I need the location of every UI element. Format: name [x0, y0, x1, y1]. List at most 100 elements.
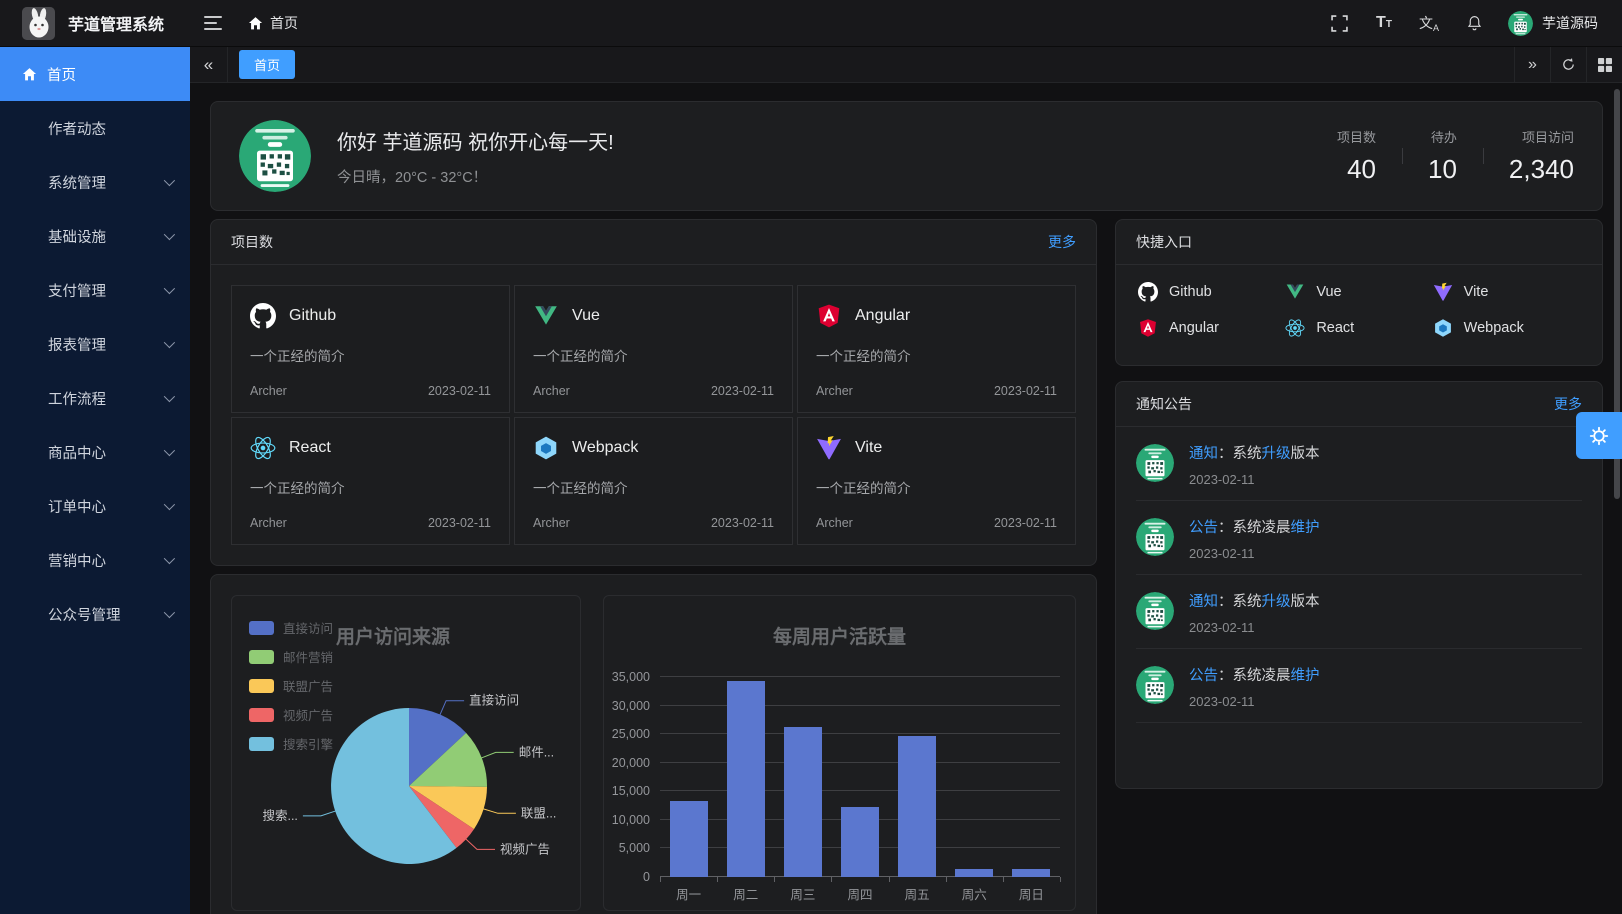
chevron-down-icon	[164, 607, 175, 618]
shortcut-Angular[interactable]: Angular	[1138, 318, 1285, 338]
chevron-down-icon	[164, 553, 175, 564]
double-arrow-right-icon-button[interactable]: »	[1514, 47, 1550, 82]
fullscreen-icon[interactable]	[1328, 12, 1350, 34]
shortcut-label: Webpack	[1464, 320, 1524, 336]
notice-item[interactable]: 通知：系统升级版本 2023-02-11	[1136, 427, 1582, 501]
app-logo[interactable]	[22, 7, 55, 40]
project-name: Webpack	[572, 439, 638, 457]
sidebar-item-公众号管理[interactable]: 公众号管理	[0, 587, 190, 641]
angular-icon	[816, 303, 842, 329]
bell-icon[interactable]	[1463, 12, 1485, 34]
left-column: 项目数 更多 Github 一个正经的简介 Archer2023-02-11 V…	[210, 219, 1097, 914]
shortcut-Webpack[interactable]: Webpack	[1433, 318, 1580, 338]
stat-项目数: 项目数 40	[1311, 127, 1376, 185]
sidebar-item-工作流程[interactable]: 工作流程	[0, 371, 190, 425]
bar-chart-x-labels: 周一周二周三周四周五周六周日	[660, 884, 1060, 903]
project-author: Archer	[250, 516, 287, 530]
grid-icon-button[interactable]	[1586, 47, 1622, 82]
app-title: 芋道管理系统	[68, 11, 164, 35]
notice-item[interactable]: 公告：系统凌晨维护 2023-02-11	[1136, 649, 1582, 723]
stat-label: 项目数	[1337, 127, 1376, 146]
notice-date: 2023-02-11	[1189, 472, 1320, 487]
user-menu[interactable]: 芋道源码	[1508, 11, 1598, 36]
shortcut-Github[interactable]: Github	[1138, 282, 1285, 302]
pie-chart-card: 用户访问来源 直接访问 邮件营销 联盟广告 视频广告 搜索引擎 直接访问邮件..…	[231, 595, 581, 911]
vue-icon	[533, 303, 559, 329]
breadcrumb[interactable]: 首页	[248, 13, 298, 33]
project-card-Webpack[interactable]: Webpack 一个正经的简介 Archer2023-02-11	[514, 417, 793, 545]
sidebar-item-基础设施[interactable]: 基础设施	[0, 209, 190, 263]
project-card-Angular[interactable]: Angular 一个正经的简介 Archer2023-02-11	[797, 285, 1076, 413]
project-desc: 一个正经的简介	[816, 345, 1057, 365]
app-root: 芋道管理系统 首页 TT 文A 芋道源码	[0, 0, 1622, 914]
sidebar-item-营销中心[interactable]: 营销中心	[0, 533, 190, 587]
bar-周六	[955, 869, 993, 877]
translate-icon[interactable]: 文A	[1418, 12, 1440, 34]
chevron-down-icon	[164, 391, 175, 402]
x-axis-tick	[1060, 877, 1061, 882]
tabs: 首页	[228, 50, 295, 79]
stat-项目访问: 项目访问 2,340	[1483, 127, 1574, 185]
refresh-icon-button[interactable]	[1550, 47, 1586, 82]
welcome-texts: 你好 芋道源码 祝你开心每一天! 今日晴，20°C - 32°C！	[337, 126, 614, 187]
shortcut-Vue[interactable]: Vue	[1285, 282, 1432, 302]
react-icon	[250, 435, 276, 461]
chevron-down-icon	[164, 499, 175, 510]
github-icon	[1138, 282, 1158, 302]
project-author: Archer	[816, 516, 853, 530]
project-card-React[interactable]: React 一个正经的简介 Archer2023-02-11	[231, 417, 510, 545]
sidebar-item-label: 订单中心	[48, 496, 106, 517]
shortcut-Vite[interactable]: Vite	[1433, 282, 1580, 302]
project-date: 2023-02-11	[711, 384, 774, 398]
project-desc: 一个正经的简介	[816, 477, 1057, 497]
y-axis-tick-label: 20,000	[612, 756, 650, 770]
notice-date: 2023-02-11	[1189, 694, 1320, 709]
y-axis-tick-label: 35,000	[612, 670, 650, 684]
projects-card: 项目数 更多 Github 一个正经的简介 Archer2023-02-11 V…	[210, 219, 1097, 566]
x-axis-tick	[717, 877, 718, 882]
collapse-sidebar-button[interactable]: «	[190, 47, 228, 82]
pie-callout-label: 搜索...	[262, 808, 297, 823]
pie-callout-label: 直接访问	[469, 693, 519, 708]
sidebar-toggle-icon[interactable]	[204, 16, 222, 30]
font-size-icon[interactable]: TT	[1373, 12, 1395, 34]
x-axis-category-label: 周一	[660, 884, 717, 903]
main-content: 你好 芋道源码 祝你开心每一天! 今日晴，20°C - 32°C！ 项目数 40…	[190, 83, 1622, 914]
sidebar-item-作者动态[interactable]: 作者动态	[0, 101, 190, 155]
sidebar-item-系统管理[interactable]: 系统管理	[0, 155, 190, 209]
notice-title: 公告：系统凌晨维护	[1189, 516, 1320, 537]
y-axis-tick-label: 30,000	[612, 699, 650, 713]
project-name: Github	[289, 307, 336, 325]
sidebar-item-label: 公众号管理	[48, 604, 121, 625]
sidebar-item-订单中心[interactable]: 订单中心	[0, 479, 190, 533]
notice-qr-avatar	[1136, 444, 1174, 482]
sidebar-item-报表管理[interactable]: 报表管理	[0, 317, 190, 371]
x-axis-category-label: 周五	[889, 884, 946, 903]
sidebar-item-首页[interactable]: 首页	[0, 47, 190, 101]
project-desc: 一个正经的简介	[250, 477, 491, 497]
y-axis-tick-label: 0	[643, 870, 650, 884]
home-icon	[22, 67, 37, 82]
vue-icon	[1285, 282, 1305, 302]
top-header: 芋道管理系统 首页 TT 文A 芋道源码	[0, 0, 1622, 47]
project-card-Github[interactable]: Github 一个正经的简介 Archer2023-02-11	[231, 285, 510, 413]
notices-title: 通知公告	[1136, 394, 1192, 414]
notice-item[interactable]: 通知：系统升级版本 2023-02-11	[1136, 575, 1582, 649]
projects-more-link[interactable]: 更多	[1048, 232, 1076, 252]
user-qr-avatar	[239, 120, 311, 192]
project-card-Vue[interactable]: Vue 一个正经的简介 Archer2023-02-11	[514, 285, 793, 413]
sidebar-item-商品中心[interactable]: 商品中心	[0, 425, 190, 479]
chevron-down-icon	[164, 337, 175, 348]
shortcut-label: React	[1316, 320, 1354, 336]
tab-首页[interactable]: 首页	[239, 50, 295, 79]
notices-card: 通知公告 更多 通知：系	[1115, 381, 1603, 789]
vite-icon	[1433, 282, 1453, 302]
project-date: 2023-02-11	[994, 384, 1057, 398]
notices-more-link[interactable]: 更多	[1554, 394, 1582, 414]
x-axis-category-label: 周四	[831, 884, 888, 903]
notice-item[interactable]: 公告：系统凌晨维护 2023-02-11	[1136, 501, 1582, 575]
settings-drawer-button[interactable]	[1576, 412, 1622, 459]
shortcut-React[interactable]: React	[1285, 318, 1432, 338]
project-card-Vite[interactable]: Vite 一个正经的简介 Archer2023-02-11	[797, 417, 1076, 545]
sidebar-item-支付管理[interactable]: 支付管理	[0, 263, 190, 317]
